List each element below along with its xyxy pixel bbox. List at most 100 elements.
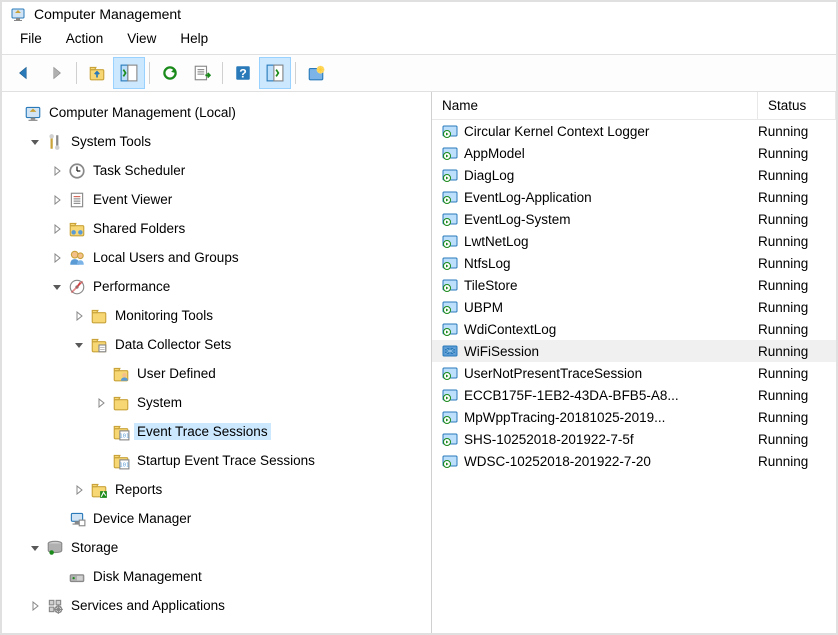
list-item[interactable]: SHS-10252018-201922-7-5f Running (432, 428, 836, 450)
tree-item-device-manager[interactable]: Device Manager (6, 504, 427, 533)
tree-item-shared-folders[interactable]: Shared Folders (6, 214, 427, 243)
tree-item-user-defined[interactable]: User Defined (6, 359, 427, 388)
toolbar (2, 54, 836, 92)
trace-session-icon (442, 211, 458, 227)
list-item[interactable]: NtfsLog Running (432, 252, 836, 274)
ets-icon (112, 452, 130, 470)
tree-item-system[interactable]: System (6, 388, 427, 417)
trace-session-icon (442, 277, 458, 293)
tree-item-services-and-applications[interactable]: Services and Applications (6, 591, 427, 620)
session-status: Running (758, 410, 826, 425)
list-item[interactable]: WDSC-10252018-201922-7-20 Running (432, 450, 836, 472)
window-title: Computer Management (34, 6, 181, 22)
tree-item-performance[interactable]: Performance (6, 272, 427, 301)
window: Computer Management File Action View Hel… (0, 0, 838, 635)
list-item[interactable]: LwtNetLog Running (432, 230, 836, 252)
tree-item-event-viewer[interactable]: Event Viewer (6, 185, 427, 214)
chevron-right-icon[interactable] (94, 396, 108, 410)
tree-label: Storage (68, 539, 121, 556)
menu-action[interactable]: Action (56, 29, 114, 48)
chevron-right-icon[interactable] (50, 251, 64, 265)
session-status: Running (758, 234, 826, 249)
tree-item-disk-management[interactable]: Disk Management (6, 562, 427, 591)
tree-item-task-scheduler[interactable]: Task Scheduler (6, 156, 427, 185)
chevron-down-icon[interactable] (72, 338, 86, 352)
tree-item-local-users-and-groups[interactable]: Local Users and Groups (6, 243, 427, 272)
chevron-right-icon[interactable] (72, 483, 86, 497)
trace-session-icon (442, 321, 458, 337)
back-icon[interactable] (9, 58, 39, 88)
list-item[interactable]: EventLog-Application Running (432, 186, 836, 208)
tree-item-data-collector-sets[interactable]: Data Collector Sets (6, 330, 427, 359)
tree-root[interactable]: Computer Management (Local) (6, 98, 427, 127)
session-status: Running (758, 432, 826, 447)
list-item[interactable]: UserNotPresentTraceSession Running (432, 362, 836, 384)
toolbar-separator (149, 62, 150, 84)
tree-label: User Defined (134, 365, 219, 382)
show-hide-tree-icon[interactable] (114, 58, 144, 88)
session-name: MpWppTracing-20181025-2019... (464, 410, 752, 425)
systools-icon (46, 133, 64, 151)
list-body[interactable]: Circular Kernel Context Logger Running A… (432, 120, 836, 633)
tree-item-monitoring-tools[interactable]: Monitoring Tools (6, 301, 427, 330)
folder-icon (112, 394, 130, 412)
list-item[interactable]: DiagLog Running (432, 164, 836, 186)
list-item[interactable]: ECCB175F-1EB2-43DA-BFB5-A8... Running (432, 384, 836, 406)
forward-icon[interactable] (41, 58, 71, 88)
compmgmt-icon (24, 104, 42, 122)
tree-item-system-tools[interactable]: System Tools (6, 127, 427, 156)
tree-label: Disk Management (90, 568, 205, 585)
help-icon[interactable] (228, 58, 258, 88)
menu-view[interactable]: View (117, 29, 166, 48)
tree-label: Startup Event Trace Sessions (134, 452, 318, 469)
list-item[interactable]: TileStore Running (432, 274, 836, 296)
tree-item-reports[interactable]: Reports (6, 475, 427, 504)
tree-label: System Tools (68, 133, 154, 150)
menubar: File Action View Help (2, 25, 836, 54)
trace-session-icon (442, 123, 458, 139)
chevron-down-icon[interactable] (28, 135, 42, 149)
trace-session-icon (442, 255, 458, 271)
new-session-icon[interactable] (301, 58, 331, 88)
chevron-right-icon[interactable] (50, 222, 64, 236)
col-name[interactable]: Name (432, 92, 758, 119)
tree-item-startup-event-trace-sessions[interactable]: Startup Event Trace Sessions (6, 446, 427, 475)
list-item[interactable]: UBPM Running (432, 296, 836, 318)
list-item[interactable]: Circular Kernel Context Logger Running (432, 120, 836, 142)
list-item[interactable]: EventLog-System Running (432, 208, 836, 230)
list-item[interactable]: MpWppTracing-20181025-2019... Running (432, 406, 836, 428)
export-list-icon[interactable] (187, 58, 217, 88)
list-item[interactable]: WiFiSession Running (432, 340, 836, 362)
session-status: Running (758, 146, 826, 161)
trace-session-icon (442, 233, 458, 249)
tree-label: Performance (90, 278, 173, 295)
toolbar-separator (76, 62, 77, 84)
tree-label: Data Collector Sets (112, 336, 234, 353)
session-name: NtfsLog (464, 256, 752, 271)
session-status: Running (758, 300, 826, 315)
chevron-right-icon[interactable] (50, 193, 64, 207)
col-status[interactable]: Status (758, 92, 836, 119)
session-name: SHS-10252018-201922-7-5f (464, 432, 752, 447)
session-name: WdiContextLog (464, 322, 752, 337)
refresh-icon[interactable] (155, 58, 185, 88)
tree-label: System (134, 394, 185, 411)
menu-file[interactable]: File (10, 29, 52, 48)
trace-session-icon (442, 387, 458, 403)
session-status: Running (758, 388, 826, 403)
tree-item-storage[interactable]: Storage (6, 533, 427, 562)
tree-pane[interactable]: Computer Management (Local) System Tools T… (2, 92, 432, 633)
menu-help[interactable]: Help (170, 29, 218, 48)
folder-report-icon (90, 481, 108, 499)
show-hide-action-icon[interactable] (260, 58, 290, 88)
tree-item-event-trace-sessions[interactable]: Event Trace Sessions (6, 417, 427, 446)
list-item[interactable]: WdiContextLog Running (432, 318, 836, 340)
chevron-down-icon[interactable] (50, 280, 64, 294)
chevron-down-icon[interactable] (28, 541, 42, 555)
chevron-right-icon[interactable] (50, 164, 64, 178)
chevron-right-icon[interactable] (28, 599, 42, 613)
sharedfolders-icon (68, 220, 86, 238)
list-item[interactable]: AppModel Running (432, 142, 836, 164)
chevron-right-icon[interactable] (72, 309, 86, 323)
up-folder-icon[interactable] (82, 58, 112, 88)
